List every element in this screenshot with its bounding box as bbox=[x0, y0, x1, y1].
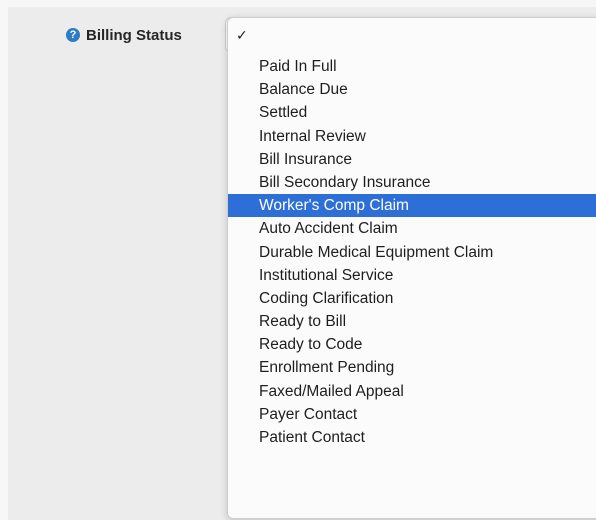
dropdown-option[interactable]: Enrollment Pending bbox=[228, 356, 596, 379]
dropdown-option[interactable]: Settled bbox=[228, 101, 596, 124]
dropdown-option-highlighted[interactable]: Worker's Comp Claim bbox=[228, 194, 596, 218]
dropdown-option[interactable]: Bill Insurance bbox=[228, 148, 596, 171]
dropdown-option[interactable]: Patient Contact bbox=[228, 426, 596, 449]
help-icon[interactable]: ? bbox=[66, 28, 80, 42]
dropdown-options-list: Paid In Full Balance Due Settled Interna… bbox=[228, 55, 596, 449]
dropdown-option[interactable]: Ready to Bill bbox=[228, 310, 596, 333]
billing-status-label-text: Billing Status bbox=[86, 26, 182, 44]
dropdown-option[interactable]: Bill Secondary Insurance bbox=[228, 171, 596, 194]
dropdown-option[interactable]: Payer Contact bbox=[228, 403, 596, 426]
dropdown-option[interactable]: Internal Review bbox=[228, 125, 596, 148]
dropdown-option[interactable]: Ready to Code bbox=[228, 333, 596, 356]
checkmark-icon[interactable]: ✓ bbox=[236, 28, 248, 44]
dropdown-option[interactable]: Durable Medical Equipment Claim bbox=[228, 241, 596, 264]
billing-status-label: ? Billing Status bbox=[66, 25, 182, 45]
dropdown-option[interactable]: Paid In Full bbox=[228, 55, 596, 78]
top-strip bbox=[0, 0, 596, 7]
dropdown-option[interactable]: Coding Clarification bbox=[228, 287, 596, 310]
dropdown-option[interactable]: Faxed/Mailed Appeal bbox=[228, 380, 596, 403]
dropdown-option[interactable]: Auto Accident Claim bbox=[228, 217, 596, 240]
billing-status-dropdown-menu[interactable]: ✓ Paid In Full Balance Due Settled Inter… bbox=[227, 17, 596, 519]
dropdown-option[interactable]: Balance Due bbox=[228, 78, 596, 101]
dropdown-option[interactable]: Institutional Service bbox=[228, 264, 596, 287]
